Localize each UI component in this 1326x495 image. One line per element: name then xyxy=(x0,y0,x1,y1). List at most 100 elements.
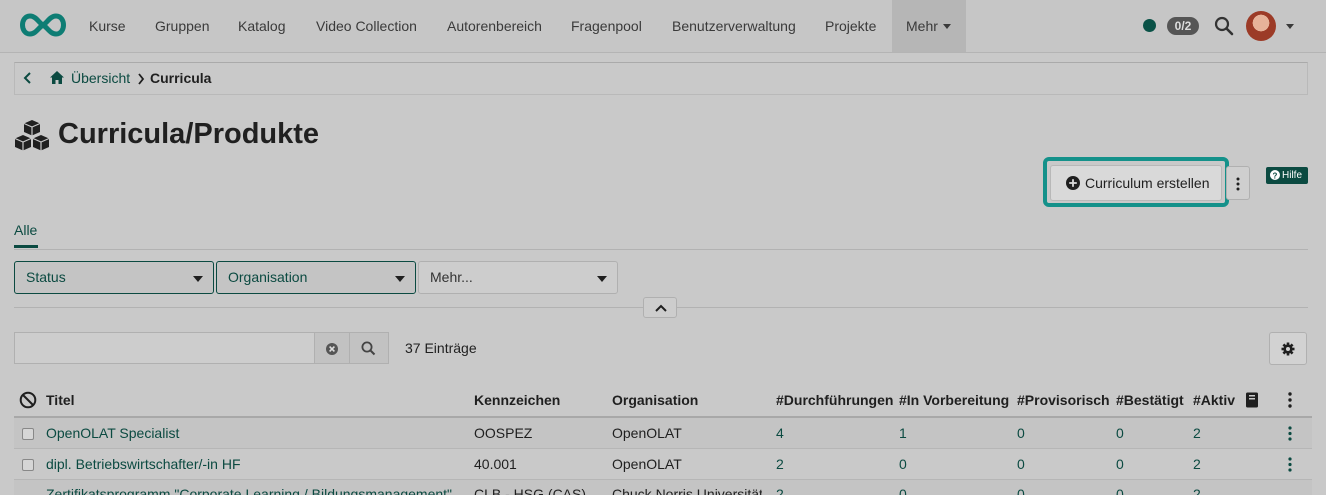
clear-search-button[interactable] xyxy=(314,332,350,364)
user-avatar[interactable] xyxy=(1246,11,1276,41)
nav-more-menu[interactable]: Mehr xyxy=(892,0,966,52)
column-options-kebab-icon[interactable] xyxy=(1288,392,1292,408)
row-title-link[interactable]: OpenOLAT Specialist xyxy=(46,425,179,441)
row-preparation-link[interactable]: 0 xyxy=(899,486,907,495)
row-checkbox[interactable] xyxy=(22,428,34,440)
entries-count: 37 Einträge xyxy=(405,340,477,356)
top-navigation: Kurse Gruppen Katalog Video Collection A… xyxy=(0,0,1326,53)
nav-item-kurse[interactable]: Kurse xyxy=(89,0,126,52)
active-tab-indicator xyxy=(14,245,38,248)
clear-circle-icon xyxy=(326,343,338,355)
column-header-title[interactable]: Titel xyxy=(46,392,75,408)
tab-alle[interactable]: Alle xyxy=(14,222,37,238)
column-header-code[interactable]: Kennzeichen xyxy=(474,392,560,408)
row-checkbox[interactable] xyxy=(22,459,34,471)
caret-down-icon xyxy=(395,276,405,282)
row-preparation-link[interactable]: 1 xyxy=(899,425,907,441)
row-active-link[interactable]: 2 xyxy=(1193,486,1201,495)
row-implementations-link[interactable]: 2 xyxy=(776,456,784,472)
tabs-divider xyxy=(14,249,1308,250)
nav-item-benutzerverwaltung[interactable]: Benutzerverwaltung xyxy=(672,0,796,52)
row-organisation: Chuck Norris Universität xyxy=(612,486,762,495)
help-button[interactable]: ? Hilfe xyxy=(1266,167,1308,184)
help-label: Hilfe xyxy=(1282,170,1303,181)
page-title: Curricula/Produkte xyxy=(58,118,320,150)
row-confirmed-link[interactable]: 0 xyxy=(1116,456,1124,472)
nav-item-katalog[interactable]: Katalog xyxy=(238,0,285,52)
row-code: CLB - HSG (CAS) xyxy=(474,486,587,495)
row-actions-kebab-icon[interactable] xyxy=(1288,457,1292,472)
home-icon[interactable] xyxy=(49,70,65,85)
question-circle-icon: ? xyxy=(1270,170,1280,180)
row-provisional-link[interactable]: 0 xyxy=(1017,425,1025,441)
online-status-icon[interactable] xyxy=(1143,19,1156,32)
row-active-link[interactable]: 2 xyxy=(1193,456,1201,472)
table-row-clip: Zertifikatsprogramm "Corporate Learning … xyxy=(0,480,1326,495)
search-button[interactable] xyxy=(350,332,389,364)
back-chevron-icon[interactable] xyxy=(23,71,33,85)
organisation-filter[interactable]: Organisation xyxy=(216,261,416,294)
nav-more-label: Mehr xyxy=(906,18,938,34)
row-active-link[interactable]: 2 xyxy=(1193,425,1201,441)
table-settings-button[interactable] xyxy=(1269,332,1307,365)
nav-item-projekte[interactable]: Projekte xyxy=(825,0,876,52)
breadcrumb-overview-link[interactable]: Übersicht xyxy=(71,70,130,86)
more-filter-label: Mehr... xyxy=(430,269,473,285)
row-code: 40.001 xyxy=(474,456,517,472)
caret-down-icon xyxy=(193,276,203,282)
collapse-filters-button[interactable] xyxy=(643,297,677,318)
breadcrumb-separator-icon xyxy=(138,73,145,85)
notification-badge[interactable]: 0/2 xyxy=(1167,17,1199,35)
row-confirmed-link[interactable]: 0 xyxy=(1116,486,1124,495)
column-header-implementations[interactable]: #Durchführungen xyxy=(776,392,893,408)
create-curriculum-button[interactable]: Curriculum erstellen xyxy=(1050,165,1222,201)
column-header-organisation[interactable]: Organisation xyxy=(612,392,698,408)
chevron-up-icon xyxy=(655,304,667,312)
plus-circle-icon xyxy=(1066,176,1080,190)
cubes-icon xyxy=(14,120,50,151)
row-code: OOSPEZ xyxy=(474,425,533,441)
nav-item-autorenbereich[interactable]: Autorenbereich xyxy=(447,0,542,52)
column-header-confirmed[interactable]: #Bestätigt xyxy=(1116,392,1184,408)
search-icon[interactable] xyxy=(1214,16,1234,36)
nav-item-video-collection[interactable]: Video Collection xyxy=(316,0,417,52)
nav-item-fragenpool[interactable]: Fragenpool xyxy=(571,0,642,52)
search-icon xyxy=(361,341,376,356)
create-curriculum-label: Curriculum erstellen xyxy=(1085,175,1210,191)
row-provisional-link[interactable]: 0 xyxy=(1017,486,1025,495)
openolat-logo-icon[interactable] xyxy=(16,10,70,40)
svg-text:?: ? xyxy=(1273,171,1278,180)
row-implementations-link[interactable]: 2 xyxy=(776,486,784,495)
row-confirmed-link[interactable]: 0 xyxy=(1116,425,1124,441)
row-title-link[interactable]: Zertifikatsprogramm "Corporate Learning … xyxy=(46,486,452,495)
status-filter[interactable]: Status xyxy=(14,261,214,294)
breadcrumb-current: Curricula xyxy=(150,70,212,86)
status-filter-label: Status xyxy=(26,269,66,285)
search-input[interactable] xyxy=(14,332,314,364)
row-implementations-link[interactable]: 4 xyxy=(776,425,784,441)
caret-down-icon xyxy=(943,24,951,29)
row-divider xyxy=(14,448,1312,449)
book-icon[interactable] xyxy=(1245,392,1259,408)
nav-item-gruppen[interactable]: Gruppen xyxy=(155,0,209,52)
column-header-preparation[interactable]: #In Vorbereitung xyxy=(899,392,1009,408)
breadcrumb: Übersicht Curricula xyxy=(14,62,1308,95)
gear-icon xyxy=(1281,342,1295,356)
deselect-all-icon[interactable] xyxy=(19,391,37,409)
more-filter[interactable]: Mehr... xyxy=(418,261,618,294)
row-preparation-link[interactable]: 0 xyxy=(899,456,907,472)
column-header-provisional[interactable]: #Provisorisch xyxy=(1017,392,1110,408)
row-title-link[interactable]: dipl. Betriebswirtschafter/-in HF xyxy=(46,456,241,472)
filters-divider-right xyxy=(677,307,1308,308)
row-organisation: OpenOLAT xyxy=(612,456,682,472)
kebab-menu-icon xyxy=(1236,177,1240,191)
user-menu-caret-icon[interactable] xyxy=(1286,24,1294,29)
organisation-filter-label: Organisation xyxy=(228,269,308,285)
filters-divider-left xyxy=(14,307,643,308)
column-header-active[interactable]: #Aktiv xyxy=(1193,392,1235,408)
row-organisation: OpenOLAT xyxy=(612,425,682,441)
row-actions-kebab-icon[interactable] xyxy=(1288,426,1292,441)
more-actions-button[interactable] xyxy=(1226,166,1250,200)
caret-down-icon xyxy=(597,276,607,282)
row-provisional-link[interactable]: 0 xyxy=(1017,456,1025,472)
